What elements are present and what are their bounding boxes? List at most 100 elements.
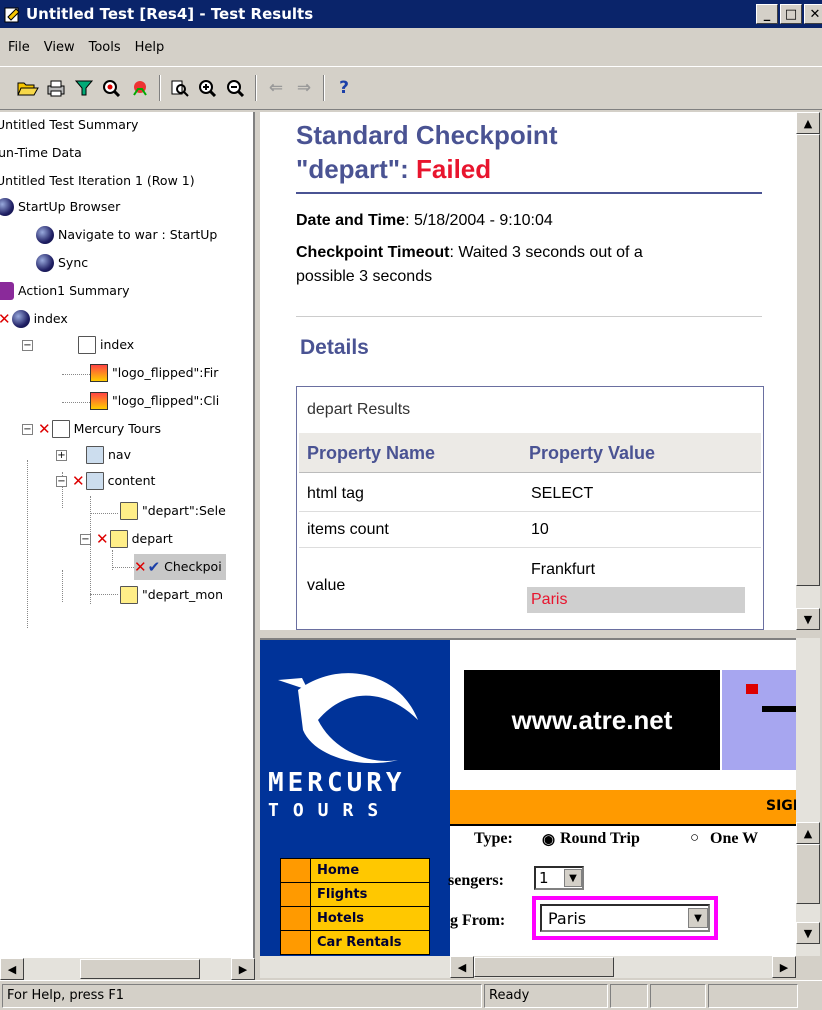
scroll-thumb[interactable] — [474, 957, 614, 977]
results-tree[interactable]: Untitled Test Summary Run-Time Data Unti… — [0, 112, 255, 958]
banner-ad[interactable]: www.atre.net — [464, 670, 720, 770]
frame-icon — [86, 446, 104, 464]
menu-help[interactable]: Help — [131, 40, 175, 55]
sync-icon — [36, 254, 54, 272]
tree-item[interactable]: Sync — [36, 250, 88, 276]
tree-item[interactable]: Untitled Test Iteration 1 (Row 1) — [0, 168, 195, 194]
dropdown-icon: ▼ — [564, 869, 582, 887]
find-icon[interactable] — [98, 74, 126, 102]
tree-item[interactable]: − ✕ Mercury Tours — [22, 416, 161, 442]
help-icon[interactable]: ? — [330, 74, 358, 102]
preview-icon[interactable] — [166, 74, 194, 102]
cell-value: Frankfurt — [531, 561, 596, 578]
tree-item[interactable]: − ✕ depart — [80, 526, 173, 552]
nav-strip — [450, 790, 796, 826]
radio-round-trip-icon[interactable]: ◉ — [542, 830, 555, 849]
menu-file[interactable]: File — [4, 40, 40, 55]
nav-car-rentals[interactable]: Car Rentals — [280, 930, 430, 955]
tree-item-selected[interactable]: ✕ ✔ Checkpoi — [134, 554, 226, 580]
scroll-left-icon[interactable]: ◀ — [0, 958, 24, 980]
scroll-thumb[interactable] — [796, 134, 820, 586]
logo-tours: TOURS — [268, 800, 393, 821]
menu-view[interactable]: View — [40, 40, 85, 55]
checkpoint-report: Standard Checkpoint "depart": Failed Dat… — [260, 112, 796, 630]
one-way-label: One W — [710, 830, 759, 847]
nav-flights[interactable]: Flights — [280, 882, 430, 907]
results-table: depart Results Property Name Property Va… — [296, 386, 764, 630]
collapse-icon[interactable]: − — [80, 533, 91, 545]
status-ready: Ready — [484, 984, 608, 1008]
report-vertical-scrollbar[interactable]: ▲ ▼ — [796, 112, 820, 630]
tree-item[interactable]: − index — [22, 332, 134, 358]
checkpoint-icon: ✔ — [147, 558, 161, 576]
collapse-icon[interactable]: − — [22, 423, 33, 435]
date-time: Date and Time: 5/18/2004 - 9:10:04 — [296, 212, 553, 229]
minimize-button[interactable]: _ — [756, 4, 778, 24]
sign-link[interactable]: SIGN — [766, 798, 796, 814]
browser-vertical-scrollbar[interactable]: ▲ ▼ — [796, 638, 820, 956]
cell-value: SELECT — [531, 485, 594, 502]
tree-item[interactable]: Navigate to war : StartUp — [36, 222, 217, 248]
fail-x-icon: ✕ — [96, 530, 109, 548]
browser-globe-icon — [11, 310, 30, 328]
zoom-out-icon[interactable] — [222, 74, 250, 102]
status-bar: For Help, press F1 Ready — [0, 980, 822, 1010]
frame-icon — [85, 472, 104, 490]
tree-item[interactable]: + nav — [56, 442, 131, 468]
scroll-thumb[interactable] — [796, 844, 820, 904]
close-button[interactable]: ✕ — [804, 4, 822, 24]
forward-arrow-icon[interactable]: ⇒ — [290, 74, 318, 102]
tree-item[interactable]: StartUp Browser — [0, 194, 120, 220]
scroll-down-icon[interactable]: ▼ — [796, 922, 820, 944]
mercury-logo-icon — [278, 673, 418, 764]
tree-item[interactable]: "depart_mon — [120, 582, 223, 608]
dropdown-icon: ▼ — [688, 908, 708, 928]
scroll-up-icon[interactable]: ▲ — [796, 112, 820, 134]
cell-name: html tag — [307, 485, 364, 502]
tree-item[interactable]: "depart":Sele — [120, 498, 226, 524]
scroll-thumb[interactable] — [80, 959, 200, 979]
scroll-right-icon[interactable]: ▶ — [772, 956, 796, 978]
menu-tools[interactable]: Tools — [85, 40, 131, 55]
app-icon — [4, 6, 21, 23]
print-icon[interactable] — [42, 74, 70, 102]
cell-value: 10 — [531, 521, 549, 538]
image-checkpoint-icon — [90, 392, 108, 410]
checkpoint-timeout: Checkpoint Timeout: Waited 3 seconds out… — [296, 244, 643, 261]
passengers-select[interactable]: 1 ▼ — [534, 866, 584, 890]
collapse-icon[interactable]: − — [56, 475, 67, 487]
departing-from-select[interactable]: Paris ▼ — [540, 904, 710, 932]
tree-item[interactable]: "logo_flipped":Fir — [90, 360, 218, 386]
tree-item[interactable]: Action1 Summary — [0, 278, 129, 304]
scroll-left-icon[interactable]: ◀ — [450, 956, 474, 978]
scroll-down-icon[interactable]: ▼ — [796, 608, 820, 630]
radio-one-way-icon[interactable]: ○ — [690, 830, 699, 847]
filter-icon[interactable] — [70, 74, 98, 102]
fail-x-icon: ✕ — [0, 306, 11, 332]
fail-x-icon: ✕ — [38, 420, 51, 438]
round-trip-label: Round Trip — [560, 830, 640, 847]
passengers-label: sengers: — [448, 872, 504, 889]
tree-horizontal-scrollbar[interactable]: ◀ ▶ — [0, 958, 255, 980]
collapse-icon[interactable]: − — [22, 339, 33, 351]
zoom-in-icon[interactable] — [194, 74, 222, 102]
tree-item[interactable]: − ✕ content — [56, 468, 155, 494]
browser-horizontal-scrollbar[interactable]: ◀ ▶ — [260, 956, 796, 978]
tree-item[interactable]: Untitled Test Summary — [0, 112, 138, 138]
fail-x-icon: ✕ — [72, 472, 85, 490]
tree-item[interactable]: ✕index — [0, 306, 68, 332]
expand-icon[interactable]: + — [56, 449, 67, 461]
tree-item[interactable]: Run-Time Data — [0, 140, 82, 166]
cell-name: value — [307, 577, 346, 594]
nav-home[interactable]: Home — [280, 858, 430, 883]
scroll-right-icon[interactable]: ▶ — [231, 958, 255, 980]
cell-value-actual: Paris — [527, 587, 745, 613]
maximize-button[interactable]: □ — [780, 4, 802, 24]
scroll-up-icon[interactable]: ▲ — [796, 822, 820, 844]
back-arrow-icon[interactable]: ⇐ — [262, 74, 290, 102]
open-icon[interactable] — [14, 74, 42, 102]
bug-icon[interactable] — [126, 74, 154, 102]
nav-hotels[interactable]: Hotels — [280, 906, 430, 931]
tree-item[interactable]: "logo_flipped":Cli — [90, 388, 219, 414]
cell-name: items count — [307, 521, 389, 538]
